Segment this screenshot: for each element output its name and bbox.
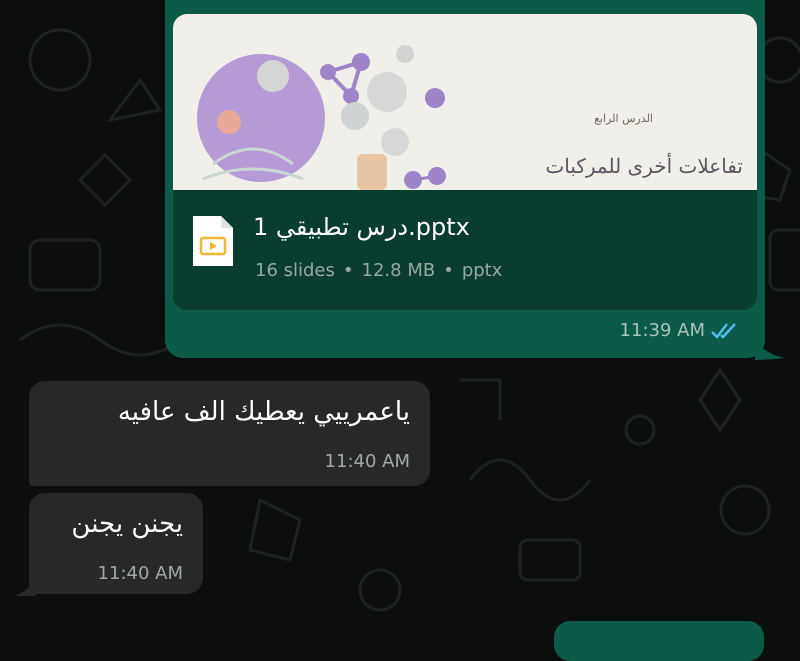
message-time: 11:40 AM: [97, 563, 183, 584]
file-type: pptx: [461, 260, 503, 281]
document-attachment[interactable]: الدرس الرابع تفاعلات أخرى للمركبات درس ت…: [173, 14, 757, 310]
document-meta: 16 slides • 12.8 MB • pptx: [255, 260, 502, 281]
message-text: يجنن يجنن: [71, 509, 183, 539]
message-time: 11:39 AM: [619, 320, 705, 341]
presentation-file-icon: [193, 216, 233, 266]
incoming-message[interactable]: ياعمرييي يعطيك الف عافيه 11:40 AM: [29, 381, 430, 486]
slide-count: 16 slides: [255, 260, 335, 281]
double-check-read-icon: [711, 322, 736, 339]
outgoing-document-message[interactable]: الدرس الرابع تفاعلات أخرى للمركبات درس ت…: [165, 0, 765, 358]
bubble-tail: [755, 340, 785, 360]
meta-separator: •: [443, 260, 454, 281]
outgoing-message-partial[interactable]: [554, 621, 764, 661]
bubble-tail: [14, 578, 36, 596]
document-file-name[interactable]: درس تطبيقي 1.pptx: [253, 213, 733, 241]
slide-subtitle: الدرس الرابع: [594, 112, 653, 125]
message-text: ياعمرييي يعطيك الف عافيه: [117, 397, 410, 427]
slide-preview-thumbnail[interactable]: الدرس الرابع تفاعلات أخرى للمركبات: [173, 14, 757, 190]
message-time: 11:40 AM: [324, 451, 410, 472]
meta-separator: •: [342, 260, 354, 281]
message-footer: 11:39 AM: [620, 320, 739, 341]
file-size: 12.8 MB: [361, 260, 436, 281]
slide-title: تفاعلات أخرى للمركبات: [545, 154, 743, 178]
incoming-message[interactable]: يجنن يجنن 11:40 AM: [29, 493, 203, 594]
